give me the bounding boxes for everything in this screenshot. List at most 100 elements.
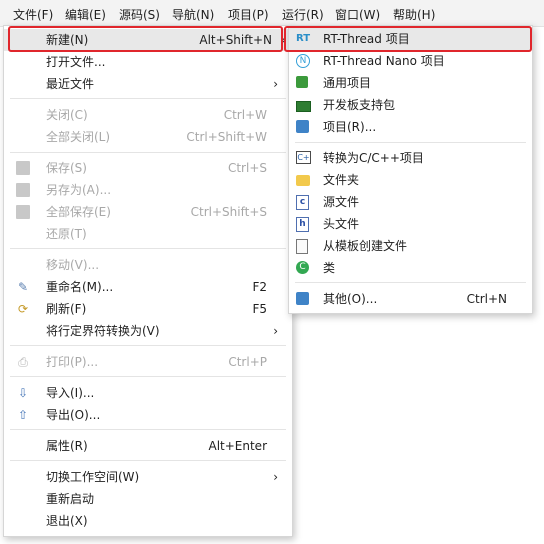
- file-menu: 新建(N) Alt+Shift+N › 打开文件... 最近文件 › 关闭(C)…: [3, 25, 293, 537]
- submenu-item-convert-to-cpp[interactable]: C+ 转换为C/C++项目: [289, 147, 532, 169]
- submenu-item-rt-thread-nano-project[interactable]: N RT-Thread Nano 项目: [289, 50, 532, 72]
- menu-item-restart[interactable]: 重新启动: [4, 488, 292, 510]
- menu-item-new[interactable]: 新建(N) Alt+Shift+N ›: [4, 29, 292, 51]
- menu-item-label: 新建(N): [46, 33, 89, 47]
- menu-item-shortcut: Ctrl+P: [228, 355, 267, 369]
- menu-item-close-all[interactable]: 全部关闭(L) Ctrl+Shift+W: [4, 126, 292, 148]
- submenu-item-label: 项目(R)...: [323, 120, 377, 134]
- menu-run[interactable]: 运行(R): [280, 7, 326, 23]
- menu-item-label: 打印(P)...: [46, 355, 99, 369]
- menu-item-export[interactable]: ⇧ 导出(O)...: [4, 404, 292, 426]
- submenu-item-header-file[interactable]: h 头文件: [289, 213, 532, 235]
- menu-item-label: 切换工作空间(W): [46, 470, 140, 484]
- import-icon: ⇩: [17, 386, 29, 400]
- menu-separator: [10, 460, 286, 461]
- submenu-item-class[interactable]: C 类: [289, 257, 532, 279]
- menu-navigate[interactable]: 导航(N): [170, 7, 216, 23]
- nano-icon: N: [296, 54, 310, 68]
- submenu-item-label: 开发板支持包: [323, 98, 396, 112]
- menu-item-exit[interactable]: 退出(X): [4, 510, 292, 532]
- menu-separator: [10, 248, 286, 249]
- submenu-item-other[interactable]: 其他(O)... Ctrl+N: [289, 288, 532, 310]
- menu-item-shortcut: F5: [252, 302, 267, 316]
- submenu-item-project[interactable]: 项目(R)...: [289, 116, 532, 138]
- menu-item-switch-workspace[interactable]: 切换工作空间(W) ›: [4, 466, 292, 488]
- submenu-item-label: 转换为C/C++项目: [323, 151, 424, 165]
- menu-file[interactable]: 文件(F): [11, 7, 55, 23]
- save-all-icon: [16, 205, 30, 219]
- submenu-item-label: 其他(O)...: [323, 292, 378, 306]
- other-wizard-icon: [296, 292, 309, 305]
- menu-separator: [10, 98, 286, 99]
- submenu-arrow-icon: ›: [273, 324, 278, 338]
- menu-item-refresh[interactable]: ⟳ 刷新(F) F5: [4, 298, 292, 320]
- menu-item-shortcut: Ctrl+S: [227, 161, 267, 175]
- class-icon: C: [296, 261, 309, 274]
- menu-item-label: 保存(S): [46, 161, 87, 175]
- menu-item-rename[interactable]: ✎ 重命名(M)... F2: [4, 276, 292, 298]
- menu-item-open-file[interactable]: 打开文件...: [4, 51, 292, 73]
- chip-icon: [296, 76, 308, 88]
- export-icon: ⇧: [17, 408, 29, 422]
- menu-edit[interactable]: 编辑(E): [63, 7, 108, 23]
- menu-item-shortcut: Alt+Enter: [208, 439, 267, 453]
- menu-item-label: 全部关闭(L): [46, 130, 111, 144]
- submenu-item-label: 源文件: [323, 195, 360, 209]
- menu-bar: 文件(F) 编辑(E) 源码(S) 导航(N) 项目(P) 运行(R) 窗口(W…: [0, 0, 544, 27]
- menu-project[interactable]: 项目(P): [226, 7, 271, 23]
- menu-item-label: 导入(I)...: [46, 386, 95, 400]
- menu-item-move[interactable]: 移动(V)...: [4, 254, 292, 276]
- menu-item-close[interactable]: 关闭(C) Ctrl+W: [4, 104, 292, 126]
- menu-item-save-as[interactable]: 另存为(A)...: [4, 179, 292, 201]
- menu-item-label: 重新启动: [46, 492, 95, 506]
- header-file-icon: h: [296, 217, 309, 232]
- rt-thread-icon: RT: [296, 33, 311, 44]
- menu-item-revert[interactable]: 还原(T): [4, 223, 292, 245]
- menu-item-print[interactable]: ⎙ 打印(P)... Ctrl+P: [4, 351, 292, 373]
- menu-help[interactable]: 帮助(H): [391, 7, 437, 23]
- menu-item-properties[interactable]: 属性(R) Alt+Enter: [4, 435, 292, 457]
- submenu-item-rt-thread-project[interactable]: RT RT-Thread 项目: [289, 28, 532, 50]
- submenu-item-from-template[interactable]: 从模板创建文件: [289, 235, 532, 257]
- c-source-file-icon: c: [296, 195, 309, 210]
- menu-item-shortcut: Ctrl+Shift+W: [186, 130, 267, 144]
- rename-icon: ✎: [17, 280, 29, 294]
- menu-item-label: 最近文件: [46, 77, 95, 91]
- submenu-item-bsp-package[interactable]: 开发板支持包: [289, 94, 532, 116]
- menu-item-label: 将行定界符转换为(V): [46, 324, 160, 338]
- menu-item-save[interactable]: 保存(S) Ctrl+S: [4, 157, 292, 179]
- menu-source[interactable]: 源码(S): [117, 7, 162, 23]
- submenu-item-label: 头文件: [323, 217, 360, 231]
- convert-cpp-icon: C+: [296, 151, 311, 164]
- submenu-arrow-icon: ›: [273, 77, 278, 91]
- menu-item-recent-files[interactable]: 最近文件 ›: [4, 73, 292, 95]
- board-icon: [296, 101, 311, 112]
- menu-window[interactable]: 窗口(W): [333, 7, 382, 23]
- save-icon: [16, 161, 30, 175]
- menu-item-convert-line-delimiters[interactable]: 将行定界符转换为(V) ›: [4, 320, 292, 342]
- submenu-item-folder[interactable]: 文件夹: [289, 169, 532, 191]
- menu-separator: [295, 142, 526, 143]
- submenu-item-label: RT-Thread 项目: [323, 32, 410, 46]
- submenu-item-source-file[interactable]: c 源文件: [289, 191, 532, 213]
- menu-item-label: 全部保存(E): [46, 205, 111, 219]
- project-icon: [296, 120, 309, 133]
- submenu-item-shortcut: Ctrl+N: [466, 292, 507, 306]
- submenu-item-label: 文件夹: [323, 173, 360, 187]
- menu-item-shortcut: Ctrl+Shift+S: [190, 205, 267, 219]
- refresh-icon: ⟳: [17, 302, 29, 316]
- menu-separator: [295, 282, 526, 283]
- save-as-icon: [16, 183, 30, 197]
- menu-item-import[interactable]: ⇩ 导入(I)...: [4, 382, 292, 404]
- submenu-item-label: RT-Thread Nano 项目: [323, 54, 445, 68]
- submenu-item-label: 从模板创建文件: [323, 239, 408, 253]
- menu-item-shortcut: Ctrl+W: [223, 108, 267, 122]
- menu-item-label: 关闭(C): [46, 108, 88, 122]
- menu-item-label: 退出(X): [46, 514, 88, 528]
- new-submenu: RT RT-Thread 项目 N RT-Thread Nano 项目 通用项目…: [288, 25, 533, 314]
- menu-item-label: 移动(V)...: [46, 258, 100, 272]
- submenu-item-general-project[interactable]: 通用项目: [289, 72, 532, 94]
- menu-item-label: 重命名(M)...: [46, 280, 114, 294]
- menu-item-shortcut: Alt+Shift+N: [199, 33, 272, 47]
- menu-item-save-all[interactable]: 全部保存(E) Ctrl+Shift+S: [4, 201, 292, 223]
